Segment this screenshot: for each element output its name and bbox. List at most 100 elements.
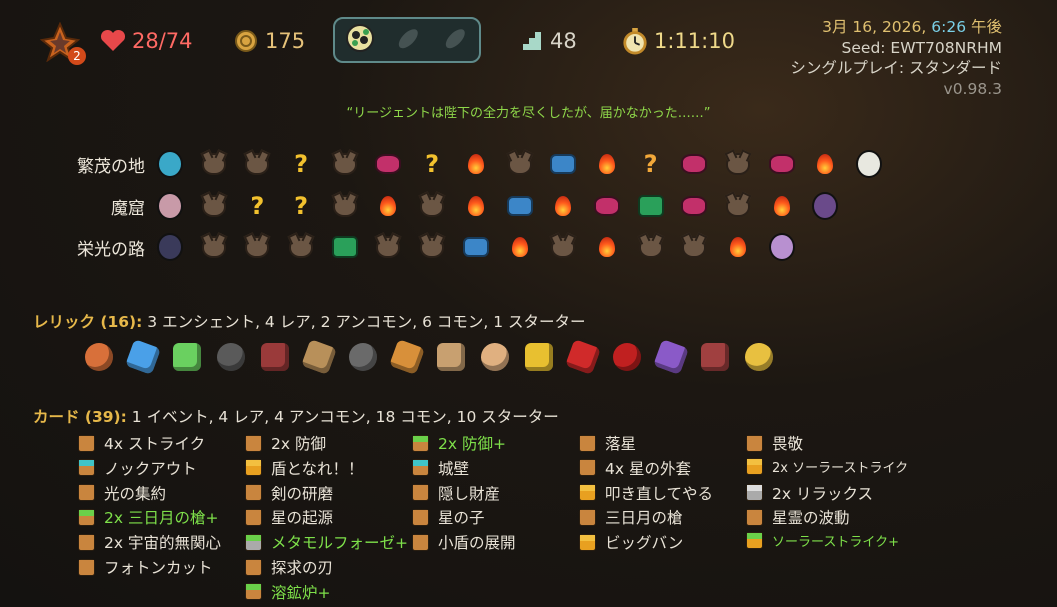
card-entry[interactable]: 光の集約: [78, 482, 166, 504]
rest-node-icon[interactable]: [463, 193, 489, 219]
card-entry[interactable]: 2x リラックス: [746, 482, 873, 504]
ascension-badge[interactable]: 2: [39, 21, 86, 66]
run-seed[interactable]: Seed: EWT708NRHM: [790, 38, 1002, 59]
card-entry[interactable]: 2x 宇宙的無関心: [78, 531, 221, 553]
boss-node-icon[interactable]: [856, 150, 882, 178]
monster-node-icon[interactable]: [201, 151, 227, 177]
unknown-node-icon[interactable]: ?: [419, 150, 445, 178]
card-entry[interactable]: 溶鉱炉+: [245, 581, 331, 603]
elite-node-icon[interactable]: [681, 193, 708, 219]
rest-node-icon[interactable]: [812, 151, 838, 177]
boss-node-icon[interactable]: [812, 192, 839, 220]
card-entry[interactable]: 2x ソーラーストライク: [746, 457, 908, 476]
monster-node-icon[interactable]: [201, 193, 227, 219]
scroll-icon[interactable]: [476, 338, 514, 376]
flower-potion-icon[interactable]: [343, 21, 377, 59]
monster-node-icon[interactable]: [288, 234, 314, 260]
potion-flask-icon[interactable]: [608, 338, 646, 376]
monster-node-icon[interactable]: [375, 234, 401, 260]
card-entry[interactable]: 4x ストライク: [78, 432, 205, 454]
monster-node-icon[interactable]: [419, 193, 445, 219]
monster-node-icon[interactable]: [419, 234, 445, 260]
card-entry[interactable]: フォトンカット: [78, 556, 213, 578]
card-entry[interactable]: 小盾の展開: [412, 531, 516, 553]
treasure-node-icon[interactable]: [637, 193, 664, 219]
hp-display[interactable]: 28/74: [100, 28, 193, 54]
card-entry[interactable]: 2x 防御: [245, 432, 326, 454]
card-entry[interactable]: ソーラーストライク+: [746, 531, 899, 550]
card-entry[interactable]: 盾となれ！！: [245, 457, 364, 479]
monster-node-icon[interactable]: [681, 234, 707, 260]
quill-icon[interactable]: [520, 338, 558, 376]
card-entry[interactable]: ビッグバン: [579, 531, 683, 553]
monster-node-icon[interactable]: [244, 151, 270, 177]
ancient-node-icon[interactable]: [157, 192, 183, 220]
card-entry[interactable]: ノックアウト: [78, 457, 197, 479]
monster-node-icon[interactable]: [550, 234, 576, 260]
unknown-node-icon[interactable]: ?: [288, 192, 314, 220]
monster-node-icon[interactable]: [332, 193, 358, 219]
elite-node-icon[interactable]: [768, 151, 795, 177]
floor-display[interactable]: 48: [518, 28, 577, 54]
ember-rock-icon[interactable]: [80, 338, 118, 376]
card-entry[interactable]: メタモルフォーゼ+: [245, 531, 408, 553]
card-entry[interactable]: 星の子: [412, 506, 485, 528]
elite-node-icon[interactable]: [681, 151, 708, 177]
rest-node-icon[interactable]: [594, 151, 620, 177]
empty-potion-slot-icon[interactable]: [394, 23, 424, 57]
chess-knight-icon[interactable]: [300, 338, 338, 376]
card-entry[interactable]: 4x 星の外套: [579, 457, 691, 479]
gold-display[interactable]: 175: [233, 28, 305, 54]
golden-scepter-icon[interactable]: [740, 338, 778, 376]
monster-node-icon[interactable]: [638, 234, 664, 260]
lantern-icon[interactable]: [344, 338, 382, 376]
rest-node-icon[interactable]: [594, 234, 620, 260]
helmet-icon[interactable]: [256, 338, 294, 376]
monster-node-icon[interactable]: [332, 151, 358, 177]
horn-icon[interactable]: [432, 338, 470, 376]
red-book-icon[interactable]: [564, 338, 602, 376]
card-entry[interactable]: 城壁: [412, 457, 469, 479]
card-entry[interactable]: 隠し財産: [412, 482, 500, 504]
shop-node-icon[interactable]: [550, 151, 577, 177]
card-entry[interactable]: 剣の研磨: [245, 482, 333, 504]
card-entry[interactable]: 落星: [579, 432, 636, 454]
treasure-node-icon[interactable]: [331, 234, 358, 260]
rest-node-icon[interactable]: [375, 193, 401, 219]
shop-node-icon[interactable]: [506, 193, 533, 219]
rest-node-icon[interactable]: [725, 234, 751, 260]
boss-node-icon[interactable]: [768, 233, 795, 261]
rest-node-icon[interactable]: [769, 193, 795, 219]
kettlebell-icon[interactable]: [212, 338, 250, 376]
card-entry[interactable]: 星霊の波動: [746, 506, 850, 528]
monster-node-icon[interactable]: [725, 151, 751, 177]
croissant-icon[interactable]: [388, 338, 426, 376]
unknown-node-icon[interactable]: ?: [288, 150, 314, 178]
elite-node-icon[interactable]: [593, 193, 620, 219]
monster-node-icon[interactable]: [725, 193, 751, 219]
unknown-node-icon[interactable]: ?: [244, 192, 270, 220]
card-entry[interactable]: 叩き直してやる: [579, 482, 713, 504]
blue-orb-icon[interactable]: [124, 338, 162, 376]
empty-potion-slot-icon[interactable]: [441, 23, 471, 57]
unknown-elite-node-icon[interactable]: ?: [638, 150, 664, 178]
chest-icon[interactable]: [696, 338, 734, 376]
monster-node-icon[interactable]: [507, 151, 533, 177]
card-entry[interactable]: 畏敬: [746, 432, 803, 454]
card-entry[interactable]: 探求の刃: [245, 556, 333, 578]
card-entry[interactable]: 三日月の槍: [579, 506, 683, 528]
ancient-node-icon[interactable]: [157, 150, 183, 178]
card-entry[interactable]: 星の起源: [245, 506, 333, 528]
monster-node-icon[interactable]: [201, 234, 227, 260]
ancient-node-icon[interactable]: [157, 233, 183, 261]
elite-node-icon[interactable]: [375, 151, 402, 177]
card-entry[interactable]: 2x 防御+: [412, 432, 506, 454]
purple-cushion-icon[interactable]: [652, 338, 690, 376]
card-entry[interactable]: 2x 三日月の槍+: [78, 506, 218, 528]
rest-node-icon[interactable]: [463, 151, 489, 177]
rest-node-icon[interactable]: [507, 234, 533, 260]
shop-node-icon[interactable]: [462, 234, 489, 260]
monster-node-icon[interactable]: [244, 234, 270, 260]
rest-node-icon[interactable]: [550, 193, 576, 219]
green-ingot-icon[interactable]: [168, 338, 206, 376]
